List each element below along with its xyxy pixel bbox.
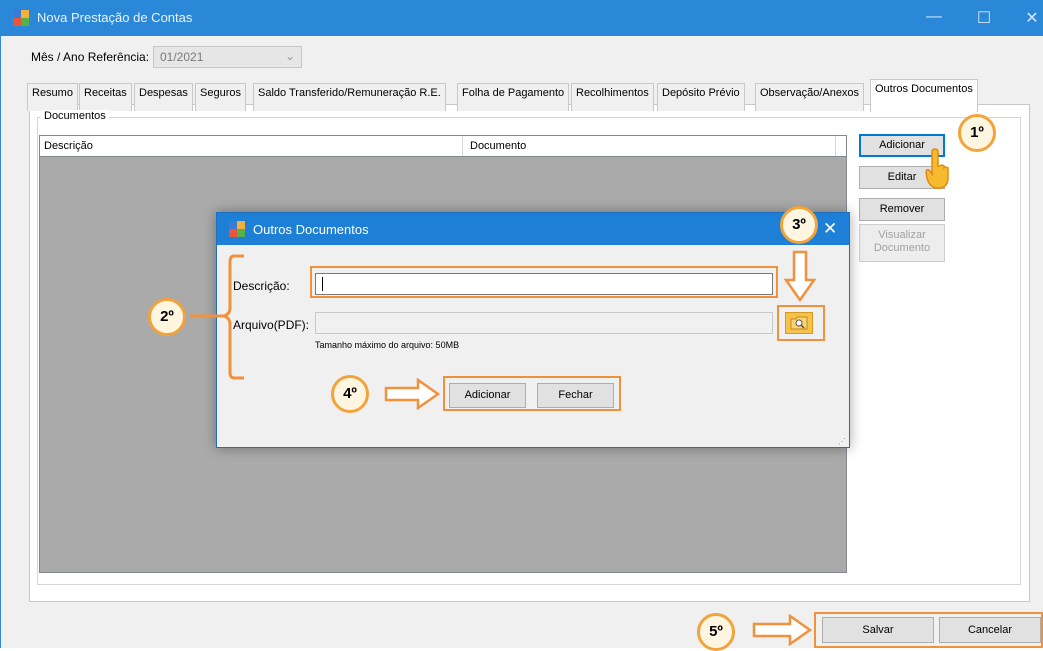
window-title: Nova Prestação de Contas xyxy=(37,10,193,25)
hand-pointer-icon xyxy=(925,148,949,189)
tab-resumo[interactable]: Resumo xyxy=(27,83,78,111)
reference-label: Mês / Ano Referência: xyxy=(31,50,150,64)
column-header-descricao[interactable]: Descrição xyxy=(44,140,93,152)
step-4-badge: 4º xyxy=(331,375,369,413)
documents-group-label: Documentos xyxy=(41,110,109,122)
step-1-badge: 1º xyxy=(958,114,996,152)
tab-deposito-previo[interactable]: Depósito Prévio xyxy=(657,83,745,111)
annotation-description-box xyxy=(310,266,778,298)
reference-value: 01/2021 xyxy=(160,50,204,64)
tab-observacao-anexos[interactable]: Observação/Anexos xyxy=(755,83,865,111)
down-arrow-icon xyxy=(784,250,816,302)
tab-folha-de-pagamento[interactable]: Folha de Pagamento xyxy=(457,83,570,111)
title-bar[interactable]: Nova Prestação de Contas — ☐ ✕ xyxy=(1,0,1043,36)
brace-annotation-icon xyxy=(190,254,244,380)
step-2-badge: 2º xyxy=(148,298,186,336)
step-5-badge: 5º xyxy=(697,613,735,651)
annotation-browse-box xyxy=(777,305,825,341)
documents-grid-header: Descrição Documento xyxy=(39,135,847,157)
dialog-title-bar[interactable]: Outros Documentos ✕ xyxy=(217,213,849,245)
resize-grip-icon[interactable]: ⋰ xyxy=(838,437,846,446)
column-header-documento[interactable]: Documento xyxy=(470,140,526,152)
close-icon[interactable]: ✕ xyxy=(1017,8,1043,28)
view-document-button[interactable]: Visualizar Documento xyxy=(859,224,945,262)
reference-select[interactable]: 01/2021 ⌄ xyxy=(153,46,302,68)
dialog-close-icon[interactable]: ✕ xyxy=(823,219,837,239)
dialog-title: Outros Documentos xyxy=(253,222,369,237)
right-arrow-icon xyxy=(384,378,440,410)
chevron-down-icon: ⌄ xyxy=(284,49,295,63)
right-arrow-icon xyxy=(752,614,812,646)
annotation-footer-buttons-box xyxy=(814,612,1043,648)
remove-document-button[interactable]: Remover xyxy=(859,198,945,221)
tab-seguros[interactable]: Seguros xyxy=(195,83,246,111)
tab-despesas[interactable]: Despesas xyxy=(134,83,193,111)
minimize-icon[interactable]: — xyxy=(919,8,949,26)
max-size-note: Tamanho máximo do arquivo: 50MB xyxy=(315,340,460,350)
tab-saldo-transferido[interactable]: Saldo Transferido/Remuneração R.E. xyxy=(253,83,446,111)
tab-receitas[interactable]: Receitas xyxy=(79,83,132,111)
dialog-app-icon xyxy=(229,221,245,237)
step-3-badge: 3º xyxy=(780,206,818,244)
file-path-input[interactable] xyxy=(315,312,773,334)
tab-outros-documentos[interactable]: Outros Documentos xyxy=(870,79,978,112)
annotation-dialog-buttons-box xyxy=(443,376,621,411)
tab-recolhimentos[interactable]: Recolhimentos xyxy=(571,83,654,111)
app-icon xyxy=(13,10,29,26)
outros-documentos-dialog: Outros Documentos ✕ Descrição: Arquivo(P… xyxy=(216,212,850,448)
maximize-icon[interactable]: ☐ xyxy=(969,8,999,28)
